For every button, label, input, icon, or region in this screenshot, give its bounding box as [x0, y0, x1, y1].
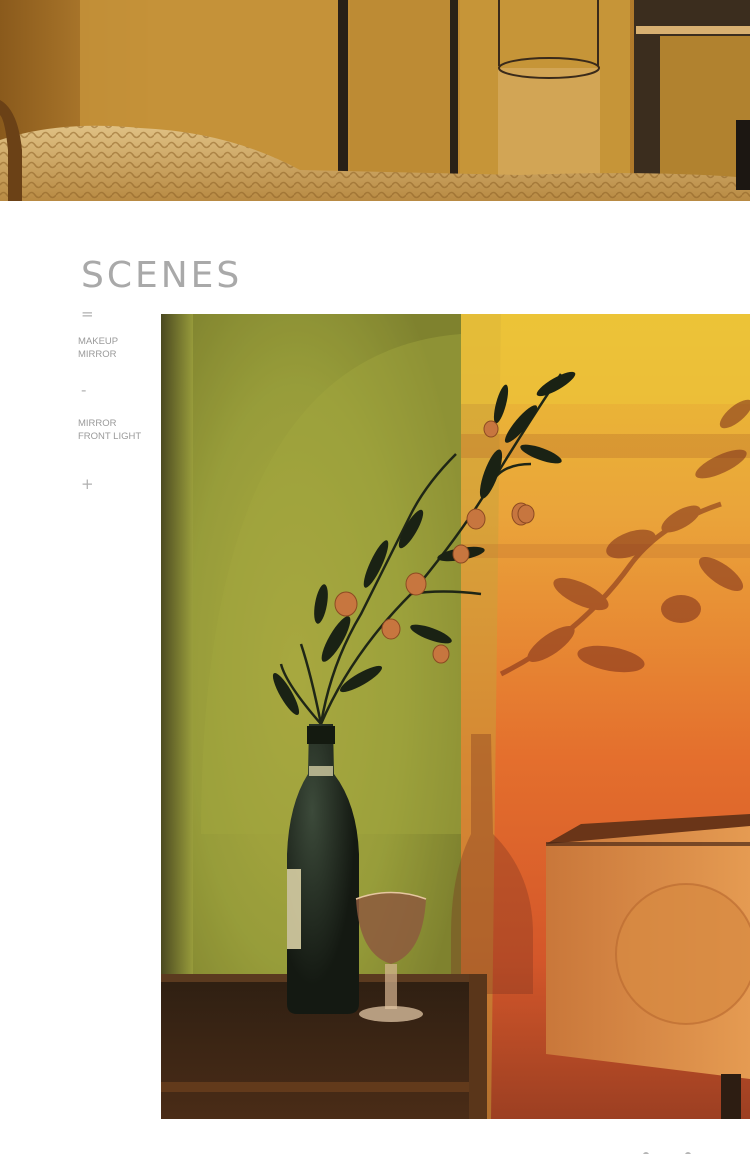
main-photo: [161, 314, 750, 1119]
bedroom-interior-image: [0, 0, 750, 201]
scene-symbol-equals[interactable]: =: [81, 306, 94, 322]
sunset-lamp-still-life-image: [161, 314, 750, 1119]
scene-label-line: MIRROR: [78, 418, 117, 429]
scene-label-line: MAKEUP: [78, 336, 119, 347]
scene-label-line: FRONT LIGHT: [78, 431, 142, 442]
top-photo: [0, 0, 750, 201]
scene-label-line: MIRROR: [78, 349, 117, 360]
section-title: SCENES: [81, 255, 243, 296]
carousel-dots: [643, 1152, 691, 1154]
scene-symbol-plus[interactable]: +: [81, 476, 94, 492]
scene-symbol-minus[interactable]: -: [81, 382, 86, 398]
scene-label-mirror-front-light[interactable]: MIRROR FRONT LIGHT: [78, 417, 158, 443]
scene-label-makeup-mirror[interactable]: MAKEUP MIRROR: [78, 335, 158, 361]
